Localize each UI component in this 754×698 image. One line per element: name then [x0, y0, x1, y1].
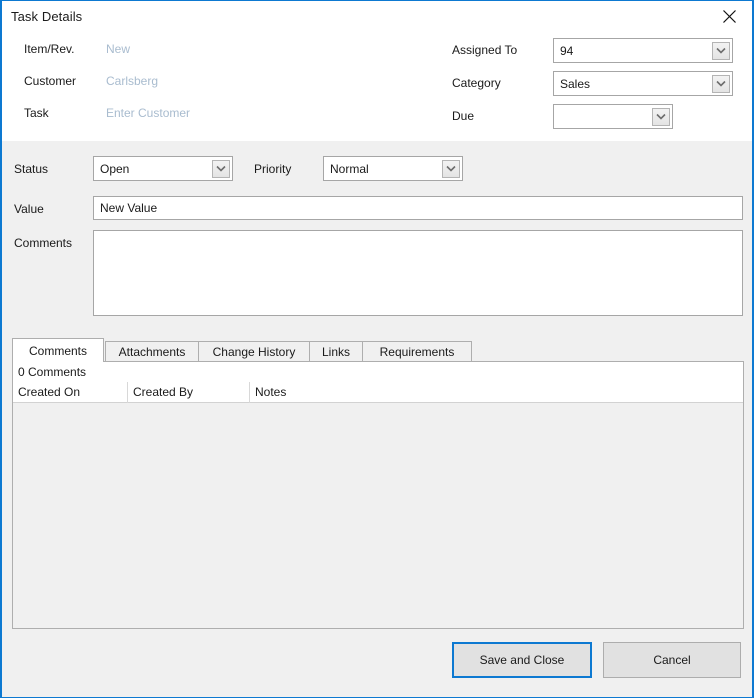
- category-value: Sales: [560, 76, 591, 91]
- value-label: Value: [14, 202, 44, 216]
- title-bar: Task Details: [2, 1, 752, 32]
- header-label-category: Category: [452, 76, 501, 90]
- chevron-down-icon[interactable]: [652, 107, 670, 126]
- tab-change-history[interactable]: Change History: [198, 341, 310, 361]
- save-and-close-button[interactable]: Save and Close: [452, 642, 592, 678]
- close-icon[interactable]: [707, 1, 752, 31]
- cancel-label: Cancel: [653, 653, 691, 667]
- grid-column-notes[interactable]: Notes: [250, 382, 743, 403]
- header-summary: Item/Rev. New Customer Carlsberg Task En…: [2, 32, 752, 141]
- assigned-to-combobox[interactable]: 94: [553, 38, 733, 63]
- header-label-due: Due: [452, 109, 475, 123]
- category-combobox[interactable]: Sales: [553, 71, 733, 96]
- task-details-window: Task Details Item/Rev. New Customer Carl…: [0, 0, 754, 698]
- tab-comments[interactable]: Comments: [12, 338, 104, 362]
- tab-strip: Comments Attachments Change History Link…: [12, 338, 744, 362]
- tab-links-label: Links: [321, 344, 350, 359]
- grid-body[interactable]: [13, 403, 743, 628]
- assigned-to-value: 94: [560, 43, 574, 58]
- chevron-down-icon[interactable]: [712, 74, 730, 93]
- comments-grid: 0 Comments Created On Created By Notes: [12, 361, 744, 629]
- comments-textarea[interactable]: [93, 230, 743, 316]
- header-label-customer: Customer: [24, 74, 77, 88]
- header-value-customer[interactable]: Carlsberg: [106, 74, 158, 88]
- window-title: Task Details: [11, 9, 83, 24]
- grid-column-created-by[interactable]: Created By: [128, 382, 250, 403]
- priority-value: Normal: [330, 161, 369, 176]
- tab-requirements[interactable]: Requirements: [362, 341, 472, 361]
- tab-comments-label: Comments: [28, 343, 87, 358]
- due-combobox[interactable]: [553, 104, 673, 129]
- tab-attachments[interactable]: Attachments: [105, 341, 199, 361]
- status-label: Status: [14, 162, 49, 176]
- tab-requirements-label: Requirements: [379, 344, 455, 359]
- form-body: Status Open Priority Normal Value Commen…: [2, 141, 752, 697]
- status-value: Open: [100, 161, 130, 176]
- grid-column-created-on[interactable]: Created On: [13, 382, 128, 403]
- cancel-button[interactable]: Cancel: [603, 642, 741, 678]
- chevron-down-icon[interactable]: [212, 159, 230, 178]
- comments-count-label: 0 Comments: [13, 362, 743, 382]
- header-label-task: Task: [24, 106, 49, 120]
- status-combobox[interactable]: Open: [93, 156, 233, 181]
- comments-label: Comments: [14, 236, 73, 250]
- header-label-assigned-to: Assigned To: [452, 43, 518, 57]
- grid-header-row: Created On Created By Notes: [13, 382, 743, 403]
- tab-attachments-label: Attachments: [118, 344, 186, 359]
- priority-label: Priority: [254, 162, 292, 176]
- header-label-item-rev: Item/Rev.: [24, 42, 75, 56]
- header-value-item-rev[interactable]: New: [106, 42, 130, 56]
- save-and-close-label: Save and Close: [479, 653, 565, 667]
- chevron-down-icon[interactable]: [442, 159, 460, 178]
- tab-change-history-label: Change History: [212, 344, 296, 359]
- tab-links[interactable]: Links: [309, 341, 363, 361]
- chevron-down-icon[interactable]: [712, 41, 730, 60]
- header-value-task[interactable]: Enter Customer: [106, 106, 190, 120]
- value-input[interactable]: [93, 196, 743, 220]
- priority-combobox[interactable]: Normal: [323, 156, 463, 181]
